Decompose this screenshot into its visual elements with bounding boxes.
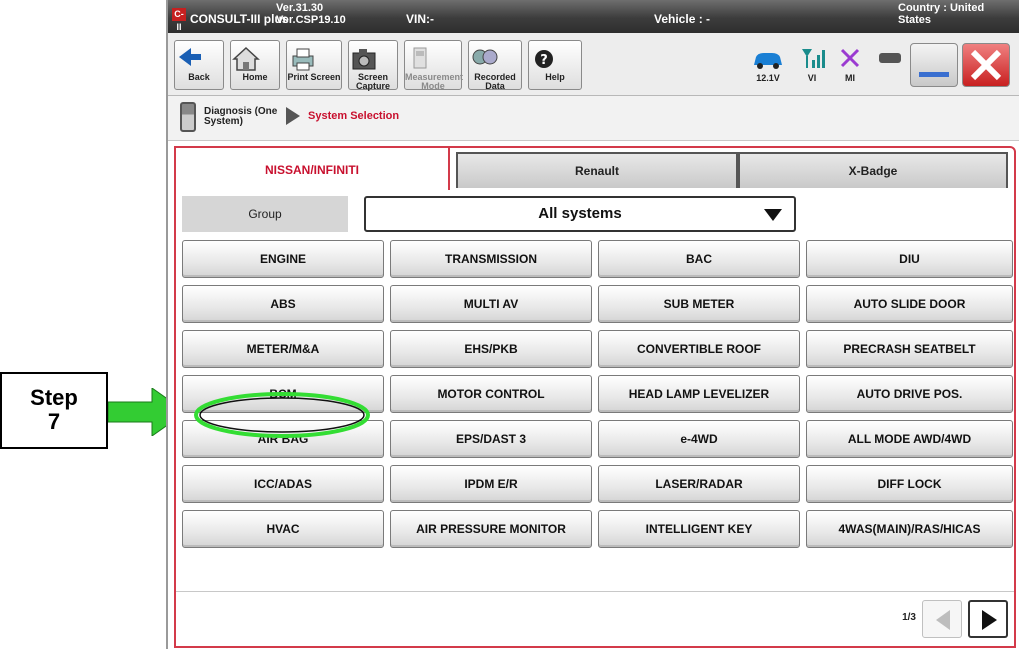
vin-label: VIN:- <box>406 12 434 26</box>
brand-tabs: NISSAN/INFINITI Renault X-Badge <box>174 146 1014 190</box>
tab-renault[interactable]: Renault <box>456 152 738 188</box>
system-button[interactable]: TRANSMISSION <box>390 240 592 278</box>
group-select[interactable]: All systems <box>364 196 796 232</box>
back-arrow-icon <box>179 48 201 66</box>
signal-icon <box>802 49 825 68</box>
system-button[interactable]: EHS/PKB <box>390 330 592 368</box>
system-button[interactable]: MOTOR CONTROL <box>390 375 592 413</box>
step-callout: Step 7 <box>0 372 108 449</box>
system-button[interactable]: 4WAS(MAIN)/RAS/HICAS <box>806 510 1013 548</box>
previous-page-button[interactable] <box>922 600 962 638</box>
car-icon <box>754 53 782 69</box>
group-selected-value: All systems <box>538 205 622 222</box>
system-button[interactable]: AUTO DRIVE POS. <box>806 375 1013 413</box>
page-indicator: 1/3 <box>902 612 916 623</box>
home-icon <box>232 46 260 71</box>
step-label: Step <box>30 385 78 410</box>
dropdown-caret-icon <box>764 209 782 221</box>
system-button[interactable]: ALL MODE AWD/4WD <box>806 420 1013 458</box>
measurement-icon <box>413 47 427 69</box>
country-line-1: Country : United <box>898 2 985 14</box>
breadcrumb: Diagnosis (One System) System Selection <box>168 96 1019 141</box>
group-label: Group <box>182 196 348 232</box>
disconnected-icon <box>840 48 860 68</box>
system-button[interactable]: e-4WD <box>598 420 800 458</box>
system-button[interactable]: AIR PRESSURE MONITOR <box>390 510 592 548</box>
voltage-label: 12.1V <box>756 73 780 83</box>
measurement-mode-button[interactable]: Measurement Mode <box>404 40 464 91</box>
version-line-1: Ver.31.30 <box>276 2 324 14</box>
step-number: 7 <box>47 409 61 434</box>
minimize-icon <box>919 72 949 77</box>
system-button[interactable]: ICC/ADAS <box>182 465 384 503</box>
toolbar: Back Home Print Screen Screen Capture Me… <box>168 33 1019 96</box>
system-button[interactable]: IPDM E/R <box>390 465 592 503</box>
system-button[interactable]: LASER/RADAR <box>598 465 800 503</box>
back-button[interactable]: Back <box>174 40 224 90</box>
minimize-button[interactable] <box>910 43 958 87</box>
measurement-mode-label: Measurement Mode <box>405 72 464 91</box>
system-button[interactable]: DIFF LOCK <box>806 465 1013 503</box>
group-row: Group All systems <box>182 196 1007 232</box>
close-button[interactable] <box>962 43 1010 87</box>
print-screen-button[interactable]: Print Screen <box>286 40 342 90</box>
system-button[interactable]: HEAD LAMP LEVELIZER <box>598 375 800 413</box>
help-button[interactable]: ? Help <box>528 40 582 90</box>
battery-voltage-status: 12.1V <box>748 45 788 83</box>
next-page-button[interactable] <box>968 600 1008 638</box>
tab-x-badge[interactable]: X-Badge <box>738 152 1008 188</box>
vi-label: VI <box>807 73 817 83</box>
system-button[interactable]: AUTO SLIDE DOOR <box>806 285 1013 323</box>
screen-capture-button[interactable]: Screen Capture <box>348 40 398 91</box>
title-bar: C-II CONSULT-III plus Ver.31.30 Ver.CSP1… <box>168 0 1019 33</box>
device-status <box>876 45 904 73</box>
system-button[interactable]: PRECRASH SEATBELT <box>806 330 1013 368</box>
system-button[interactable]: ABS <box>182 285 384 323</box>
close-icon <box>970 49 1002 81</box>
mi-status: MI <box>836 45 864 83</box>
app-name: CONSULT-III plus <box>190 12 289 26</box>
system-button[interactable]: INTELLIGENT KEY <box>598 510 800 548</box>
divider <box>176 591 1014 592</box>
help-icon: ? <box>535 50 553 68</box>
screen-capture-label: Screen Capture <box>355 72 390 91</box>
mi-label: MI <box>845 73 855 83</box>
version-info: Ver.31.30 Ver.CSP19.10 <box>276 2 346 26</box>
app-logo-icon: C-II <box>172 8 186 32</box>
vi-status: VI <box>798 45 826 83</box>
system-button[interactable]: METER/M&A <box>182 330 384 368</box>
system-button[interactable]: MULTI AV <box>390 285 592 323</box>
tab-nissan-infiniti[interactable]: NISSAN/INFINITI <box>174 146 450 190</box>
recorded-data-label: Recorded Data <box>474 72 516 91</box>
system-button[interactable]: HVAC <box>182 510 384 548</box>
back-label: Back <box>188 72 210 82</box>
svg-text:?: ? <box>540 53 548 68</box>
breadcrumb-diagnosis[interactable]: Diagnosis (One System) <box>204 107 284 127</box>
version-line-2: Ver.CSP19.10 <box>276 14 346 26</box>
system-button[interactable]: DIU <box>806 240 1013 278</box>
device-icon <box>879 53 901 63</box>
print-screen-label: Print Screen <box>287 72 341 82</box>
consult-window: C-II CONSULT-III plus Ver.31.30 Ver.CSP1… <box>166 0 1019 649</box>
country-label: Country : United States <box>898 2 984 26</box>
country-line-2: States <box>898 14 932 26</box>
highlight-ellipse <box>194 392 370 438</box>
recorded-data-icon <box>472 49 498 65</box>
system-button[interactable]: ENGINE <box>182 240 384 278</box>
system-button[interactable]: CONVERTIBLE ROOF <box>598 330 800 368</box>
breadcrumb-arrow-icon <box>286 107 300 125</box>
device-icon <box>180 102 196 132</box>
vehicle-label: Vehicle : - <box>654 12 711 26</box>
system-button[interactable]: BAC <box>598 240 800 278</box>
pagination: 1/3 <box>858 600 1008 638</box>
breadcrumb-system-selection: System Selection <box>308 110 400 122</box>
printer-icon <box>292 48 314 71</box>
system-button[interactable]: SUB METER <box>598 285 800 323</box>
home-label: Home <box>242 72 268 82</box>
system-button[interactable]: EPS/DAST 3 <box>390 420 592 458</box>
home-button[interactable]: Home <box>230 40 280 90</box>
help-label: Help <box>545 72 565 82</box>
recorded-data-button[interactable]: Recorded Data <box>468 40 522 91</box>
camera-icon <box>352 49 376 70</box>
